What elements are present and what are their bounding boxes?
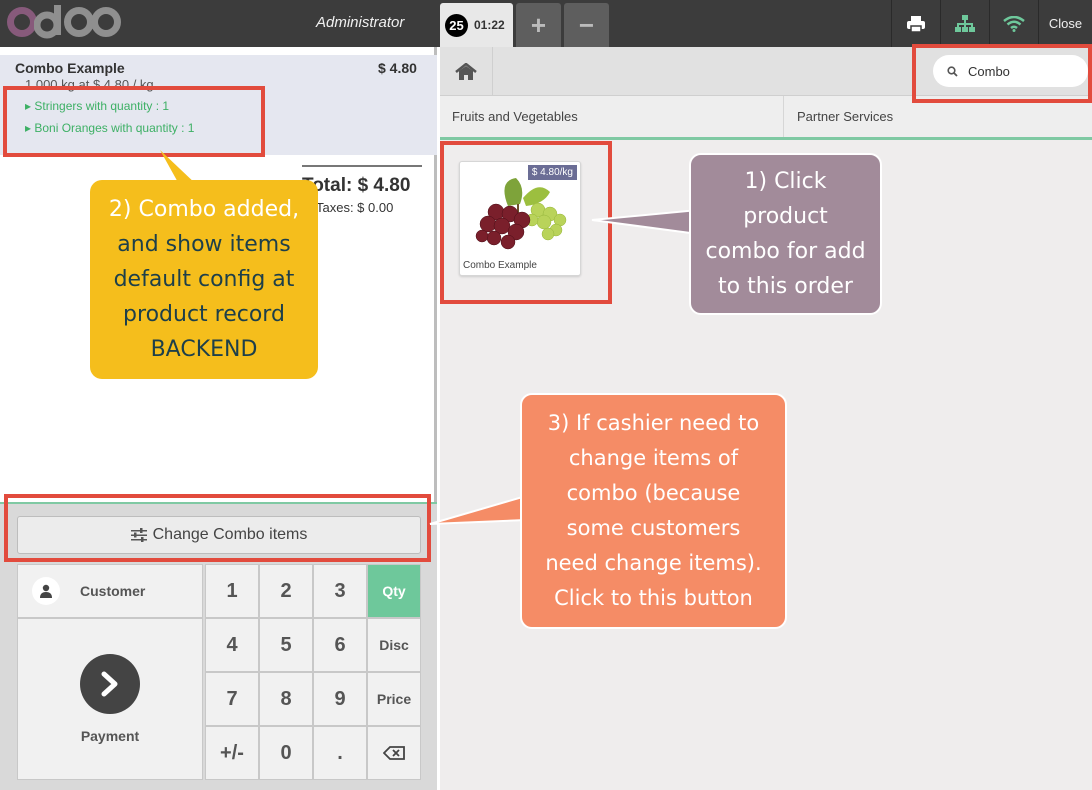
numpad-key-8[interactable]: 8 xyxy=(259,672,313,726)
top-bar: Administrator 25 01:22 + − Close xyxy=(0,0,1092,47)
customer-button[interactable]: Customer xyxy=(17,564,203,618)
mode-qty-button[interactable]: Qty xyxy=(367,564,421,618)
chevron-right-icon xyxy=(80,654,140,714)
payment-button[interactable]: Payment xyxy=(17,618,203,780)
callout-line: Click to this button xyxy=(554,586,753,610)
callout-line: BACKEND xyxy=(150,337,258,362)
callout-line: 3) If cashier need to xyxy=(547,411,760,435)
numpad-key-4[interactable]: 4 xyxy=(205,618,259,672)
numpad-key-3[interactable]: 3 xyxy=(313,564,367,618)
user-name: Administrator xyxy=(316,14,405,31)
home-button[interactable] xyxy=(440,47,493,96)
callout-pointer xyxy=(429,494,527,525)
order-tab[interactable]: 25 01:22 xyxy=(440,3,513,47)
odoo-logo xyxy=(7,2,121,42)
numpad-key-1[interactable]: 1 xyxy=(205,564,259,618)
sync-status-button[interactable] xyxy=(989,0,1038,47)
payment-label: Payment xyxy=(80,728,140,744)
highlight-product-card xyxy=(440,141,612,304)
mode-price-button[interactable]: Price xyxy=(367,672,421,726)
callout-text: show items xyxy=(165,232,291,257)
numpad-key-5[interactable]: 5 xyxy=(259,618,313,672)
callout-line: need change items). xyxy=(545,551,762,575)
callout-line: change items of xyxy=(568,446,739,470)
backspace-button[interactable] xyxy=(367,726,421,780)
callout-step-3: 3) If cashier need to change items of co… xyxy=(520,393,787,629)
callout-step-1: 1) Click product combo for add to this o… xyxy=(689,153,882,315)
callout-line: combo (because xyxy=(566,481,741,505)
numpad-key-2[interactable]: 2 xyxy=(259,564,313,618)
summary-divider xyxy=(302,165,422,167)
numpad-key-7[interactable]: 7 xyxy=(205,672,259,726)
callout-line: product record xyxy=(123,302,285,327)
add-order-button[interactable]: + xyxy=(516,3,561,47)
category-fruits-vegetables[interactable]: Fruits and Vegetables xyxy=(440,96,784,137)
callout-line: 2) Combo added, xyxy=(108,197,300,222)
close-button[interactable]: Close xyxy=(1038,0,1092,47)
callout-line: 1) Click xyxy=(744,169,827,194)
sitemap-icon xyxy=(955,14,975,32)
callout-line: product xyxy=(743,204,828,229)
backspace-icon xyxy=(383,746,405,760)
order-number: 25 xyxy=(445,13,468,37)
home-icon xyxy=(455,62,477,80)
callout-pointer xyxy=(591,208,699,236)
order-total: Total: $ 4.80 xyxy=(302,175,411,196)
printer-icon xyxy=(907,15,925,33)
order-line-name: Combo Example xyxy=(15,60,125,76)
order-taxes: Taxes: $ 0.00 xyxy=(316,200,394,215)
callout-line: default config at xyxy=(113,267,295,292)
highlight-search xyxy=(912,44,1092,103)
callout-step-2: 2) Combo added, and show items default c… xyxy=(90,180,318,379)
numpad-key-plusminus[interactable]: +/- xyxy=(205,726,259,780)
remove-order-button[interactable]: − xyxy=(564,3,609,47)
order-time: 01:22 xyxy=(474,18,505,32)
proxy-status-button[interactable] xyxy=(940,0,989,47)
mode-disc-button[interactable]: Disc xyxy=(367,618,421,672)
customer-label: Customer xyxy=(80,583,146,599)
callout-text: and xyxy=(117,232,166,257)
wifi-icon xyxy=(1003,15,1025,32)
print-button[interactable] xyxy=(891,0,940,47)
user-icon xyxy=(32,577,60,605)
callout-line: to this order xyxy=(718,274,853,299)
numpad-key-dot[interactable]: . xyxy=(313,726,367,780)
highlight-change-combo xyxy=(4,494,431,562)
numpad-key-6[interactable]: 6 xyxy=(313,618,367,672)
numpad-key-0[interactable]: 0 xyxy=(259,726,313,780)
callout-line: and show items xyxy=(117,227,290,262)
highlight-combo-items xyxy=(3,86,265,157)
order-line-price: $ 4.80 xyxy=(378,60,417,76)
callout-line: combo for add xyxy=(705,239,866,264)
callout-line: some customers xyxy=(566,516,741,540)
numpad-key-9[interactable]: 9 xyxy=(313,672,367,726)
